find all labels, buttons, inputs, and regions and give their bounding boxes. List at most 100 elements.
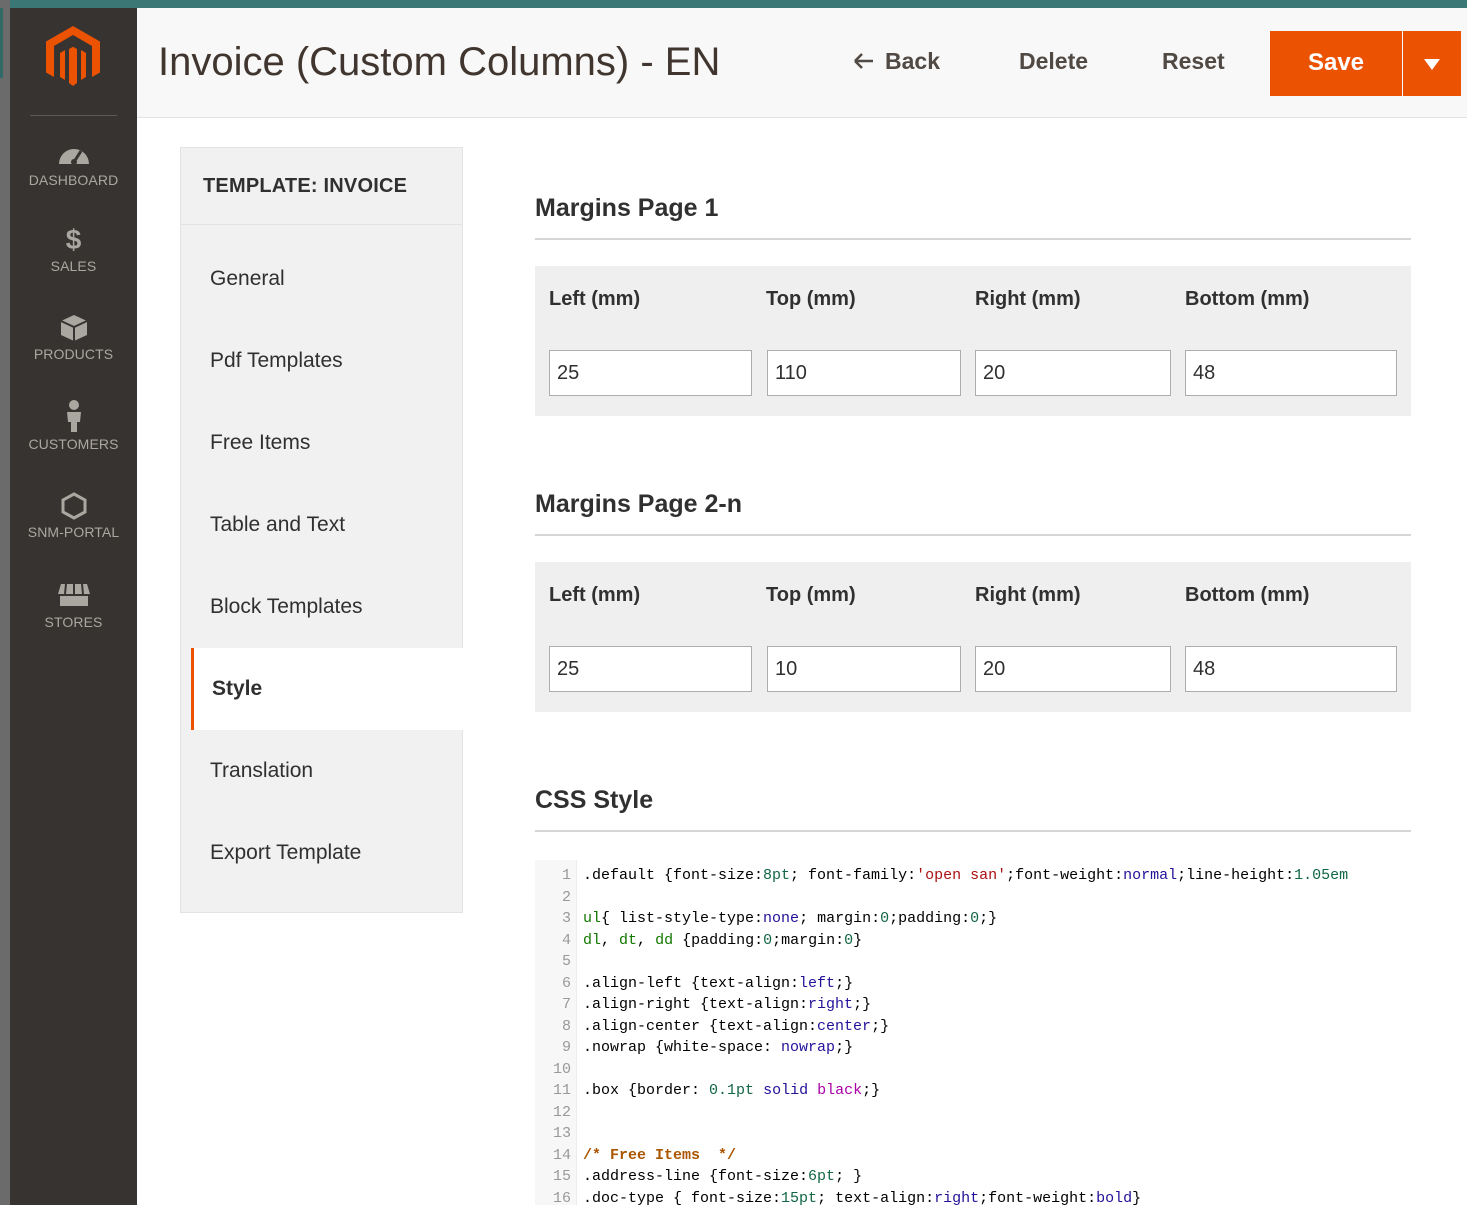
window-top-strip <box>0 0 1467 8</box>
code-token: ;margin: <box>772 931 845 949</box>
left-mm-label: Left (mm) <box>549 584 641 606</box>
code-token: ;} <box>871 1017 890 1035</box>
page-header: Invoice (Custom Columns) - EN Back Delet… <box>137 8 1467 118</box>
margins-page2-title: Margins Page 2-n <box>535 490 742 518</box>
code-token: right <box>808 996 854 1013</box>
code-token: dd <box>655 931 674 949</box>
line-content: .doc-type { font-size:15pt; text-align:r… <box>583 1190 1141 1205</box>
line-number: 13 <box>552 1125 571 1142</box>
nav-item-stores[interactable]: STORES <box>10 582 137 630</box>
code-token: 0 <box>763 931 773 949</box>
code-token: 0 <box>970 910 980 927</box>
code-token: dt <box>619 931 638 949</box>
code-token: ; font-family: <box>790 867 917 884</box>
caret-down-icon <box>1424 59 1440 70</box>
line-content: .align-right {text-align:right;} <box>583 996 871 1013</box>
tab-pdf-templates[interactable]: Pdf Templates <box>181 320 464 402</box>
page1-bottom-input[interactable]: 48 <box>1185 350 1397 396</box>
code-token: .default {font-size: <box>583 867 764 884</box>
tab-table-and-text[interactable]: Table and Text <box>181 484 464 566</box>
code-token: ;padding: <box>889 910 971 927</box>
code-token: /* Free Items */ <box>583 1146 737 1164</box>
margins-page2-grid: Left (mm) Top (mm) Right (mm) Bottom (mm… <box>535 562 1411 712</box>
nav-item-sales[interactable]: $ SALES <box>10 226 137 275</box>
code-token: ;line-height: <box>1177 867 1295 884</box>
line-content: .nowrap {white-space: nowrap;} <box>583 1039 853 1056</box>
line-content: dl, dt, dd {padding:0;margin:0} <box>583 932 862 949</box>
line-number: 4 <box>561 931 571 949</box>
page2-top-input[interactable]: 10 <box>767 646 961 692</box>
page1-top-input[interactable]: 110 <box>767 350 961 396</box>
reset-button[interactable]: Reset <box>1162 48 1225 75</box>
code-token: 1.05em <box>1294 867 1349 884</box>
tab-export-template[interactable]: Export Template <box>181 812 464 894</box>
line-number: 1 <box>561 867 571 884</box>
line-content: ul{ list-style-type:none; margin:0;paddi… <box>583 910 997 927</box>
logo-divider <box>30 115 117 116</box>
code-token: .nowrap {white-space: <box>583 1039 782 1056</box>
code-token: ;} <box>835 1039 854 1056</box>
line-number: 5 <box>561 953 571 970</box>
code-token: 0.1pt <box>709 1082 755 1099</box>
tab-translation[interactable]: Translation <box>181 730 464 812</box>
code-token: ;font-weight: <box>979 1189 1097 1205</box>
code-token: none <box>763 910 800 927</box>
code-token: ;} <box>835 974 854 992</box>
nav-label-snm-portal: SNM-PORTAL <box>27 524 120 540</box>
line-number: 12 <box>552 1103 571 1121</box>
magento-logo-icon[interactable] <box>44 26 102 88</box>
code-token: , <box>601 931 620 949</box>
code-token: } <box>853 931 863 949</box>
page1-right-input[interactable]: 20 <box>975 350 1171 396</box>
right-mm-label: Right (mm) <box>975 288 1081 310</box>
code-token: center <box>817 1017 872 1035</box>
left-mm-label: Left (mm) <box>549 288 641 310</box>
nav-item-snm-portal[interactable]: SNM-PORTAL <box>10 492 137 540</box>
back-button[interactable]: Back <box>853 48 940 75</box>
tabs-title-divider <box>181 224 462 225</box>
storefront-icon <box>10 582 137 610</box>
tab-general[interactable]: General <box>181 238 464 320</box>
code-token: {padding: <box>673 931 764 949</box>
tab-block-templates[interactable]: Block Templates <box>181 566 464 648</box>
code-token: ul <box>583 910 602 927</box>
tab-style[interactable]: Style <box>191 648 464 730</box>
save-button[interactable]: Save <box>1270 31 1402 96</box>
save-dropdown-toggle[interactable] <box>1403 31 1461 96</box>
line-content: .box {border: 0.1pt solid black;} <box>583 1082 880 1099</box>
nav-item-dashboard[interactable]: DASHBOARD <box>10 140 137 188</box>
top-mm-label: Top (mm) <box>766 288 856 310</box>
tab-free-items[interactable]: Free Items <box>181 402 464 484</box>
window-left-edge-accent <box>0 8 3 78</box>
back-arrow-icon <box>853 48 875 75</box>
code-token: { list-style-type: <box>601 910 764 927</box>
dashboard-icon <box>10 140 137 168</box>
admin-sidebar: DASHBOARD $ SALES PRODUCTS CUSTOMERS SNM… <box>10 8 137 1205</box>
code-token: ;} <box>979 910 998 927</box>
person-icon <box>10 400 137 432</box>
code-token: ;font-weight: <box>1006 867 1124 884</box>
code-token: 0 <box>844 931 854 949</box>
line-number: 8 <box>561 1017 571 1035</box>
nav-item-products[interactable]: PRODUCTS <box>10 314 137 362</box>
nav-item-customers[interactable]: CUSTOMERS <box>10 400 137 452</box>
code-token: .align-left {text-align: <box>583 974 800 992</box>
bottom-mm-label: Bottom (mm) <box>1185 584 1310 606</box>
margins-page1-title: Margins Page 1 <box>535 194 719 222</box>
code-token: nowrap <box>781 1039 836 1056</box>
code-token: 15pt <box>781 1189 818 1205</box>
line-number: 2 <box>561 888 571 906</box>
page2-left-input[interactable]: 25 <box>549 646 752 692</box>
page1-left-input[interactable]: 25 <box>549 350 752 396</box>
nav-label-stores: STORES <box>44 614 103 630</box>
page2-right-input[interactable]: 20 <box>975 646 1171 692</box>
delete-button[interactable]: Delete <box>1019 48 1088 75</box>
code-token: .address-line {font-size: <box>583 1168 809 1185</box>
line-content: .address-line {font-size:6pt; } <box>583 1168 862 1185</box>
box-icon <box>10 314 137 342</box>
window-left-edge <box>0 0 10 1205</box>
css-code-editor[interactable]: 1 .default {font-size:8pt; font-family:'o… <box>535 860 1411 1205</box>
line-number: 6 <box>561 974 571 992</box>
page2-bottom-input[interactable]: 48 <box>1185 646 1397 692</box>
line-content: .align-center {text-align:center;} <box>583 1018 889 1035</box>
